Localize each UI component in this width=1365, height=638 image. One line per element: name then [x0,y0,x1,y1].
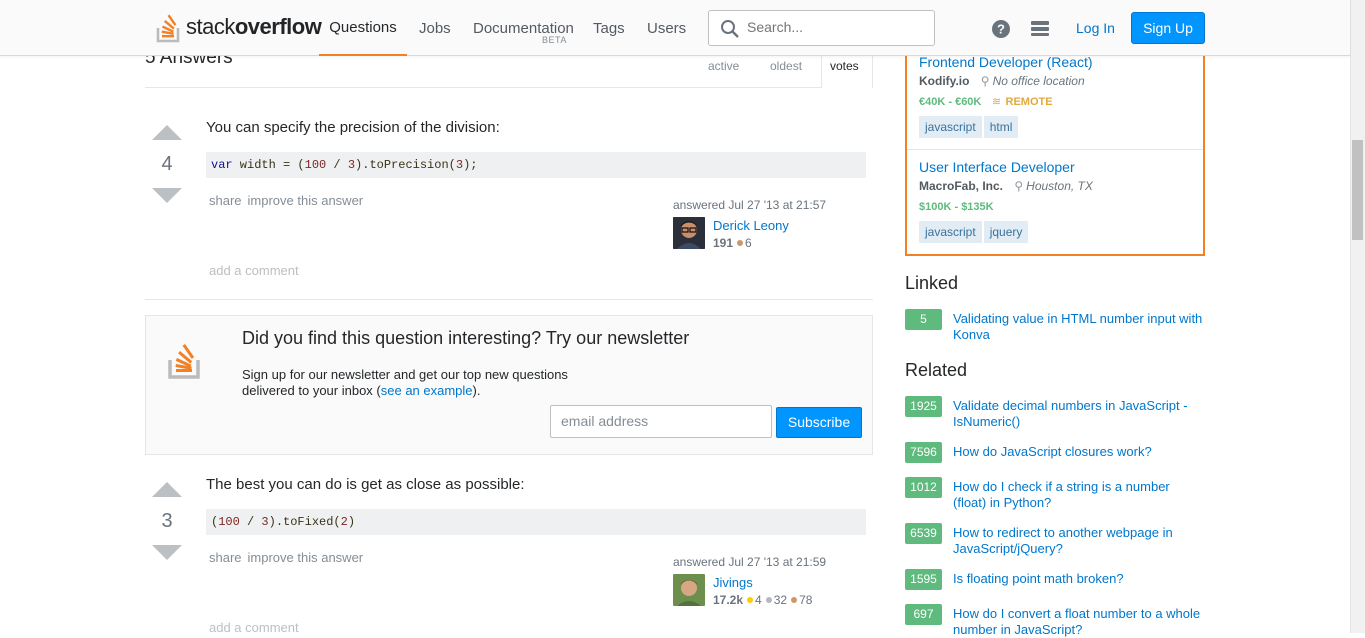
job-title[interactable]: User Interface Developer [919,159,1199,175]
answer-text: The best you can do is get as close as p… [206,476,525,493]
nav-jobs[interactable]: Jobs [419,0,451,56]
jobs-box: Frontend Developer (React) Kodify.io ⚲ No… [905,44,1205,256]
linked-heading: Linked [905,273,959,293]
login-button[interactable]: Log In [1068,13,1123,44]
question-score[interactable]: 1012 [905,477,942,498]
gold-badge-icon [747,597,754,603]
job-tags: javascript jquery [919,221,1199,243]
job-title[interactable]: Frontend Developer (React) [919,54,1199,70]
bronze-badge-icon [737,240,744,246]
tag[interactable]: html [983,116,1019,138]
related-question-link[interactable]: How do JavaScript closures work? [953,444,1203,460]
help-icon[interactable]: ? [991,19,1011,39]
upvote-button[interactable] [152,125,182,140]
stack-exchange-icon[interactable] [1030,19,1050,39]
user-reputation: 17.2k 4 32 78 [713,593,813,607]
downvote-button[interactable] [152,188,182,203]
job-company: Kodify.io ⚲ No office location [919,74,1085,88]
search-icon [720,19,740,39]
bronze-badge-icon [791,597,798,603]
beta-badge: BETA [542,35,567,45]
improve-link[interactable]: improve this answer [248,550,364,565]
question-score[interactable]: 6539 [905,523,942,544]
avatar[interactable] [673,574,705,606]
answered-time: answered Jul 27 '13 at 21:59 [673,555,827,569]
email-field[interactable]: email address [550,405,772,438]
question-score[interactable]: 1595 [905,569,942,590]
related-question-link[interactable]: How to redirect to another webpage in Ja… [953,525,1203,557]
nav-tags[interactable]: Tags [593,0,625,56]
newsletter-description: Sign up for our newsletter and get our t… [242,367,568,398]
divider [907,149,1203,150]
code-block: var width = (100 / 3).toPrecision(3); [206,152,866,178]
answer-text: You can specify the precision of the div… [206,119,500,136]
related-question-link[interactable]: Is floating point math broken? [953,571,1203,587]
job-salary: $100K - $135K [919,201,994,213]
location-icon: ⚲ [1014,179,1024,193]
upvote-button[interactable] [152,482,182,497]
improve-link[interactable]: improve this answer [248,193,364,208]
scrollbar-thumb[interactable] [1352,140,1363,240]
nav-users[interactable]: Users [647,0,686,56]
share-link[interactable]: share [209,193,242,208]
question-score[interactable]: 1925 [905,396,942,417]
related-question-link[interactable]: Validate decimal numbers in JavaScript -… [953,398,1203,430]
code-block: (100 / 3).toFixed(2) [206,509,866,535]
related-question-link[interactable]: How do I check if a string is a number (… [953,479,1203,511]
stackoverflow-logo-icon [168,338,208,380]
subscribe-button[interactable]: Subscribe [776,407,862,438]
post-menu: share improve this answer [209,550,369,565]
job-company: MacroFab, Inc. ⚲ Houston, TX [919,179,1093,193]
tag[interactable]: javascript [919,116,982,138]
scrollbar[interactable] [1350,0,1365,633]
related-heading: Related [905,360,968,380]
job-tags: javascript html [919,116,1199,138]
question-score[interactable]: 5 [905,309,942,330]
see-example-link[interactable]: see an example [381,383,473,398]
wifi-icon: ≋ [991,96,1002,108]
linked-question-link[interactable]: Validating value in HTML number input wi… [953,311,1203,343]
stackoverflow-logo-icon [156,10,184,44]
tag[interactable]: javascript [919,221,982,243]
newsletter-box: Did you find this question interesting? … [145,315,873,455]
search-input[interactable] [747,19,927,35]
nav-questions[interactable]: Questions [319,0,407,56]
top-bar: stackoverflow Questions Jobs Documentati… [0,0,1350,56]
share-link[interactable]: share [209,550,242,565]
answered-time: answered Jul 27 '13 at 21:57 [673,198,827,212]
post-menu: share improve this answer [209,193,369,208]
newsletter-title: Did you find this question interesting? … [242,328,690,348]
nav-documentation[interactable]: Documentation [473,0,574,56]
vote-count: 3 [161,510,173,532]
tag[interactable]: jquery [983,221,1029,243]
search-box[interactable] [708,10,935,46]
related-question-link[interactable]: How do I convert a float number to a who… [953,606,1203,638]
svg-text:?: ? [997,22,1005,37]
downvote-button[interactable] [152,545,182,560]
job-item[interactable]: Frontend Developer (React) Kodify.io ⚲ No… [919,54,1199,138]
logo-text: stackoverflow [186,14,322,39]
avatar[interactable] [673,217,705,249]
location-icon: ⚲ [980,74,990,88]
job-salary: €40K - €60K ≋ REMOTE [919,96,1053,108]
site-logo[interactable]: stackoverflow [156,10,322,44]
user-reputation: 191 6 [713,236,752,250]
user-name[interactable]: Derick Leony [713,218,789,233]
silver-badge-icon [765,597,772,603]
add-comment-link[interactable]: add a comment [209,263,299,278]
question-score[interactable]: 7596 [905,442,942,463]
vote-count: 4 [161,153,173,175]
job-item[interactable]: User Interface Developer MacroFab, Inc. … [919,159,1199,243]
signup-button[interactable]: Sign Up [1131,12,1205,44]
divider [145,299,873,300]
user-name[interactable]: Jivings [713,575,753,590]
question-score[interactable]: 697 [905,604,942,625]
